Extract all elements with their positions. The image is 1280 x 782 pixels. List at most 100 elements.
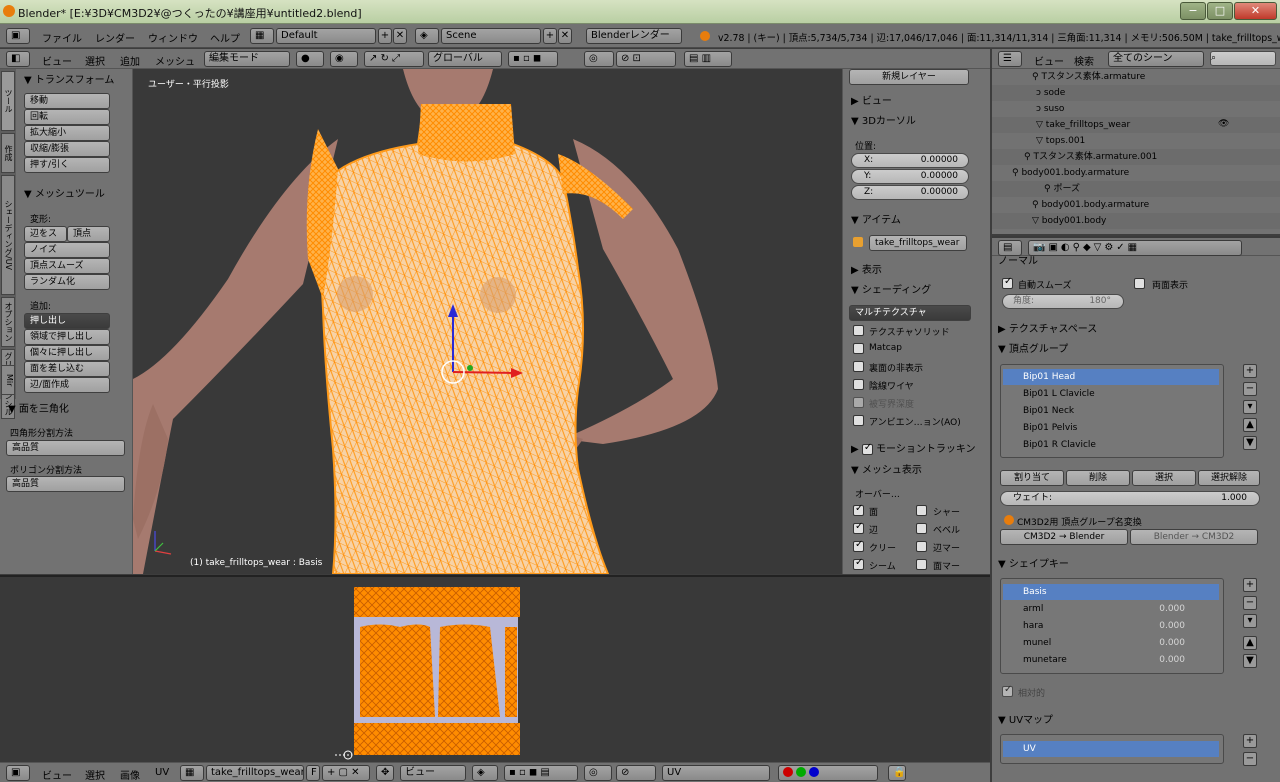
vertex-group-item[interactable]: Bip01 Head <box>1003 369 1219 385</box>
image-name-field[interactable]: take_frilltops_wear... <box>206 765 304 781</box>
uv-map-item[interactable]: UV <box>1003 741 1219 757</box>
proportional-edit-button[interactable]: ◎ <box>584 51 614 67</box>
textured-solid-checkbox[interactable] <box>853 325 864 336</box>
vertex-groups-panel-header[interactable]: ▼ 頂点グループ <box>998 340 1068 355</box>
uv-menu-image[interactable]: 画像 <box>120 767 140 782</box>
overlay-crease-checkbox[interactable] <box>853 539 864 552</box>
menu-select[interactable]: 選択 <box>85 53 105 68</box>
outliner-search-input[interactable]: ⌕ <box>1210 51 1276 66</box>
menu-mesh[interactable]: メッシュ <box>155 53 195 68</box>
shape-key-item[interactable]: arml 0.000 <box>1003 601 1219 617</box>
remove-layout-button[interactable]: ✕ <box>393 28 407 44</box>
vertex-group-item[interactable]: Bip01 L Clavicle <box>1003 386 1219 402</box>
shape-key-value[interactable]: 0.000 <box>1159 618 1185 634</box>
pivot-select[interactable]: ◉ <box>330 51 358 67</box>
vertex-group-item[interactable]: Bip01 Neck <box>1003 403 1219 419</box>
outliner-row[interactable]: ▽ tops.001 <box>992 133 1280 149</box>
inset-faces-button[interactable]: 面を差し込む <box>24 361 110 377</box>
extrude-region-button[interactable]: 領域で押し出し <box>24 329 110 345</box>
shape-key-up-button[interactable]: ▲ <box>1243 636 1257 650</box>
menu-window[interactable]: ウィンドウ <box>148 30 198 45</box>
outliner-menu-search[interactable]: 検索 <box>1074 53 1094 68</box>
vertex-group-item[interactable]: Bip01 R Clavicle <box>1003 437 1219 453</box>
editor-type-button[interactable]: ☰ <box>998 51 1022 67</box>
close-button[interactable]: ✕ <box>1234 2 1277 20</box>
outliner-row[interactable]: ▽ take_frilltops_wear <box>992 117 1280 133</box>
ambient-occlusion-checkbox[interactable] <box>853 415 864 426</box>
menu-file[interactable]: ファイル <box>42 30 82 45</box>
extrude-button[interactable]: 押し出し <box>24 313 110 329</box>
menu-add[interactable]: 追加 <box>120 53 140 68</box>
new-layer-button[interactable]: 新規レイヤー <box>849 69 969 85</box>
vertex-slide-button[interactable]: 頂点 <box>67 226 110 242</box>
outliner-row[interactable]: ⚲ body001.body.armature <box>992 197 1280 213</box>
orientation-select[interactable]: グローバル <box>428 51 502 67</box>
shading-panel-header[interactable]: ▼ シェーディング <box>851 281 931 296</box>
remove-shape-key-button[interactable]: − <box>1243 596 1257 610</box>
render-engine-select[interactable]: Blenderレンダー <box>586 28 682 44</box>
vertex-group-specials-button[interactable]: ▾ <box>1243 400 1257 414</box>
add-shape-key-button[interactable]: + <box>1243 578 1257 592</box>
mesh-display-panel-header[interactable]: ▼ メッシュ表示 <box>851 461 922 476</box>
noise-button[interactable]: ノイズ <box>24 242 110 258</box>
uv-select-mode[interactable]: ▪ ▫ ◼ ▤ <box>504 765 578 781</box>
shape-key-item[interactable]: munel 0.000 <box>1003 635 1219 651</box>
shape-key-value[interactable]: 0.000 <box>1159 601 1185 617</box>
mesh-tools-panel-header[interactable]: ▼ メッシュツール <box>24 185 105 200</box>
uv-maps-panel-header[interactable]: ▼ UVマップ <box>998 711 1053 726</box>
assign-button[interactable]: 割り当て <box>1000 470 1064 486</box>
overlay-bevel-checkbox[interactable] <box>916 523 927 534</box>
uv-menu-select[interactable]: 選択 <box>85 767 105 782</box>
viewport-3d[interactable]: ユーザー・平行投影 (1) take_frilltops_wear : Basi… <box>133 69 842 574</box>
editor-type-button[interactable]: ▣ <box>6 765 30 781</box>
quad-method-select[interactable]: 高品質 <box>6 440 125 456</box>
cursor-panel-header[interactable]: ▼ 3Dカーソル <box>851 112 916 127</box>
layout-select[interactable]: Default <box>276 28 376 44</box>
outliner-row[interactable]: ⚲ body001.body.armature <box>992 165 1280 181</box>
outliner-row[interactable]: ↄ suso <box>992 101 1280 117</box>
texture-space-panel-header[interactable]: ▶ テクスチャスペース <box>998 320 1097 335</box>
push-pull-button[interactable]: 押す/引く <box>24 157 110 173</box>
tab-shading-uv[interactable]: シェーディング/UV <box>1 175 15 295</box>
move-up-button[interactable]: ▲ <box>1243 418 1257 432</box>
edge-slide-button[interactable]: 辺をス <box>24 226 67 242</box>
manipulator-buttons[interactable]: ↗ ↻ ⤢ <box>364 51 424 67</box>
display-panel-header[interactable]: ▶ 表示 <box>851 261 882 276</box>
motion-tracking-panel-header[interactable]: ▶ モーショントラッキン <box>851 440 976 456</box>
select-button[interactable]: 選択 <box>1132 470 1196 486</box>
image-actions[interactable]: + ▢ ✕ <box>322 765 370 781</box>
shape-key-item[interactable]: Basis <box>1003 584 1219 600</box>
cursor-y-field[interactable]: Y: 0.00000 <box>851 169 969 184</box>
view-panel-header[interactable]: ▶ ビュー <box>851 92 892 107</box>
uv-proportional-button[interactable]: ◎ <box>584 765 612 781</box>
blender-to-cm3d2-button[interactable]: Blender → CM3D2 <box>1130 529 1258 545</box>
double-sided-checkbox[interactable] <box>1134 278 1145 289</box>
shape-key-down-button[interactable]: ▼ <box>1243 654 1257 668</box>
maximize-button[interactable]: □ <box>1207 2 1233 20</box>
viewport-canvas[interactable] <box>133 69 842 574</box>
overlay-sharp-checkbox[interactable] <box>916 505 927 516</box>
backface-culling-checkbox[interactable] <box>853 361 864 372</box>
polygon-method-select[interactable]: 高品質 <box>6 476 125 492</box>
outliner-row[interactable]: ▽ body001.body <box>992 213 1280 229</box>
outliner-row[interactable]: ↄ sode <box>992 85 1280 101</box>
triangulate-panel-header[interactable]: ▼ 面を三角化 <box>8 400 69 415</box>
editor-type-button[interactable]: ▤ <box>998 240 1022 256</box>
uv-snap-button[interactable]: ⊘ <box>616 765 656 781</box>
shape-key-value[interactable]: 0.000 <box>1159 652 1185 668</box>
autosmooth-checkbox[interactable] <box>1002 276 1013 289</box>
uvmap-select[interactable]: UV <box>662 765 770 781</box>
shape-key-item[interactable]: hara 0.000 <box>1003 618 1219 634</box>
visibility-eye-icon[interactable]: 👁 <box>1218 119 1229 129</box>
randomize-button[interactable]: ランダム化 <box>24 274 110 290</box>
scale-button[interactable]: 拡大縮小 <box>24 125 110 141</box>
object-name-field[interactable]: take_frilltops_wear <box>869 235 967 251</box>
shape-key-value[interactable]: 0.000 <box>1159 635 1185 651</box>
add-vertex-group-button[interactable]: + <box>1243 364 1257 378</box>
cursor-z-field[interactable]: Z: 0.00000 <box>851 185 969 200</box>
menu-render[interactable]: レンダー <box>95 30 135 45</box>
render-buttons[interactable]: ▤ ▥ <box>684 51 732 67</box>
remove-scene-button[interactable]: ✕ <box>558 28 572 44</box>
outliner-filter-select[interactable]: 全てのシーン <box>1108 51 1204 67</box>
overlay-faces-checkbox[interactable] <box>853 503 864 516</box>
